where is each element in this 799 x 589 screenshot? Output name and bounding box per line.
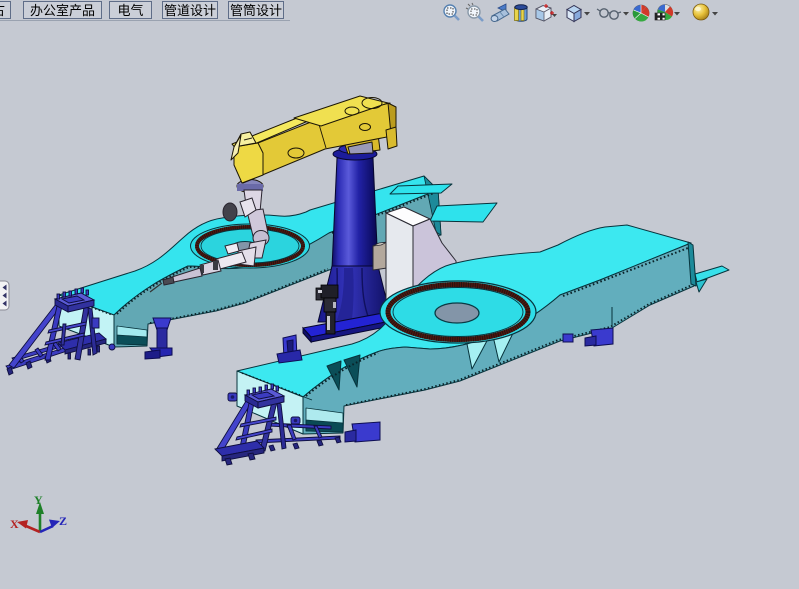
svg-text:X: X bbox=[10, 517, 19, 531]
svg-text:Y: Y bbox=[34, 493, 43, 507]
svg-text:Z: Z bbox=[59, 514, 67, 528]
